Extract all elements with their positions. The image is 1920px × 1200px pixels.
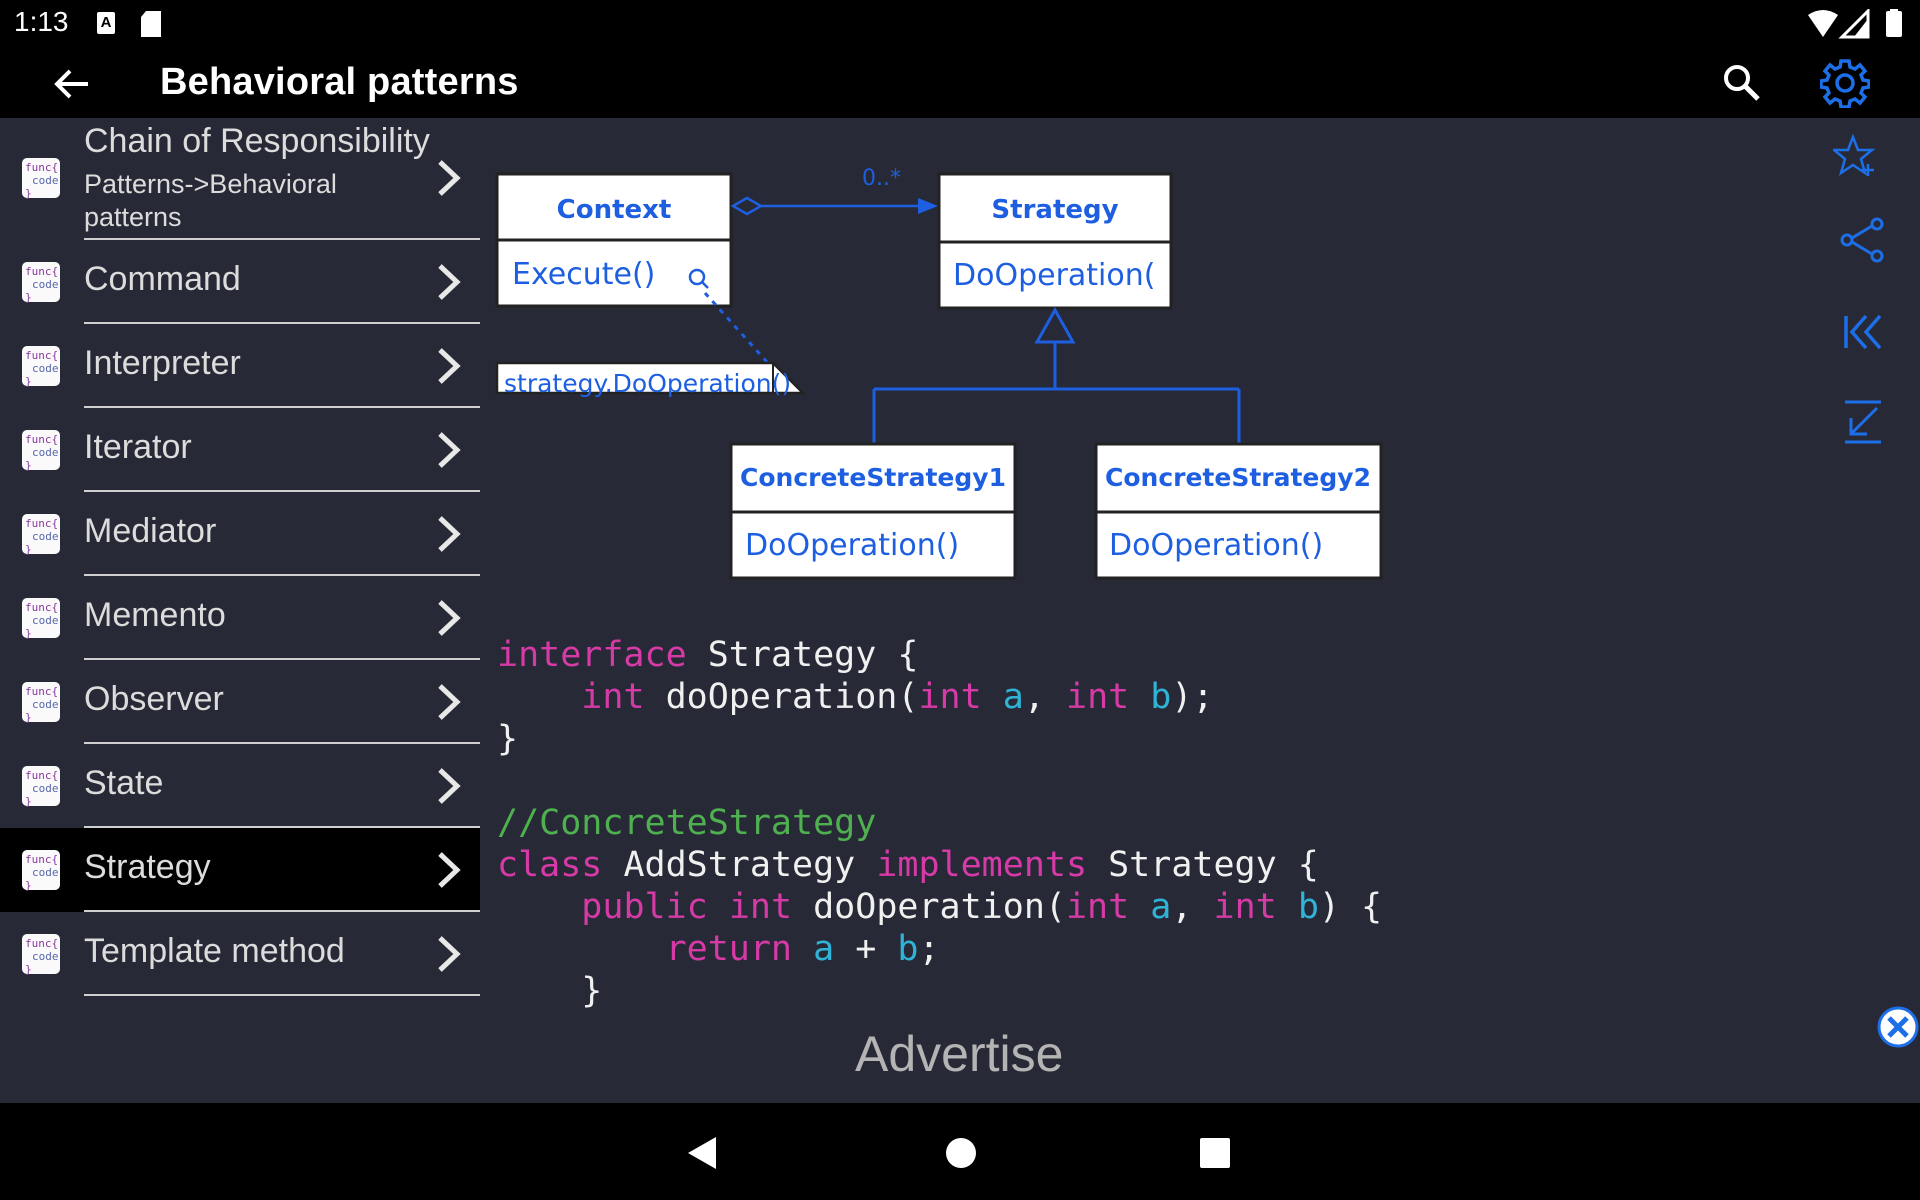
list-item-state[interactable]: func{code} State: [0, 744, 480, 828]
gear-icon[interactable]: [1820, 58, 1870, 108]
nav-back-icon[interactable]: [686, 1135, 718, 1171]
divider: [84, 994, 480, 996]
cs2-title: ConcreteStrategy2: [1105, 463, 1371, 492]
cs1-method: DoOperation(): [745, 528, 959, 563]
func-code-icon: func{code}: [22, 766, 60, 808]
list-item-label: Interpreter: [84, 344, 241, 382]
note-text: strategy.DoOperation(): [504, 369, 791, 398]
func-code-icon: func{code}: [22, 158, 60, 200]
search-icon[interactable]: [1722, 63, 1762, 103]
list-item-label: Chain of Responsibility: [84, 122, 430, 160]
nav-home-icon[interactable]: [945, 1137, 977, 1169]
list-item-label: Mediator: [84, 512, 217, 550]
status-bar: 1:13 A: [0, 0, 1920, 48]
func-code-icon: func{code}: [22, 262, 60, 304]
list-item-label: Strategy: [84, 848, 211, 886]
cs1-title: ConcreteStrategy1: [740, 463, 1006, 492]
func-code-icon: func{code}: [22, 346, 60, 388]
context-class-title: Context: [557, 195, 672, 225]
chevron-right-icon: [438, 160, 461, 196]
chevron-right-icon: [438, 852, 461, 888]
aggregation-connector: 0..*: [730, 166, 938, 216]
strategy-method: DoOperation(: [953, 258, 1155, 293]
inheritance-connector: [872, 306, 1241, 443]
chevron-right-icon: [438, 432, 461, 468]
list-item-observer[interactable]: func{code} Observer: [0, 660, 480, 744]
list-item-label: Memento: [84, 596, 226, 634]
func-code-icon: func{code}: [22, 430, 60, 472]
multiplicity-label: 0..*: [862, 166, 901, 191]
share-icon[interactable]: [1838, 216, 1886, 264]
list-item-label: Template method: [84, 932, 345, 970]
func-code-icon: func{code}: [22, 850, 60, 892]
chevron-right-icon: [438, 684, 461, 720]
cs2-method: DoOperation(): [1109, 528, 1323, 563]
skip-to-first-icon[interactable]: [1842, 312, 1884, 352]
code-block: interface Strategy { int doOperation(int…: [497, 635, 1383, 1011]
list-item-subtitle: Patterns->Behavioral patterns: [84, 169, 337, 232]
list-item-label: Observer: [84, 680, 224, 718]
wifi-signal-battery-icon: [1808, 9, 1902, 39]
note-box: strategy.DoOperation(): [495, 361, 807, 398]
chevron-right-icon: [438, 600, 461, 636]
chevron-right-icon: [438, 348, 461, 384]
strategy-title: Strategy: [991, 195, 1118, 225]
list-item-command[interactable]: func{code} Command: [0, 240, 480, 324]
keyboard-notification-icon: A: [97, 12, 115, 34]
strategy-interface-box: Strategy DoOperation(: [937, 172, 1173, 310]
chevron-right-icon: [438, 516, 461, 552]
back-arrow-icon[interactable]: [52, 64, 92, 104]
list-item-label: Command: [84, 260, 241, 298]
func-code-icon: func{code}: [22, 598, 60, 640]
status-time: 1:13: [14, 6, 69, 37]
func-code-icon: func{code}: [22, 934, 60, 976]
chevron-right-icon: [438, 768, 461, 804]
concrete-strategy1-box: ConcreteStrategy1 DoOperation(): [729, 442, 1017, 580]
advertise-label: Advertise: [855, 1026, 1064, 1082]
chevron-right-icon: [438, 936, 461, 972]
func-code-icon: func{code}: [22, 682, 60, 724]
list-item-strategy[interactable]: func{code} Strategy: [0, 828, 480, 912]
list-item-iterator[interactable]: func{code} Iterator: [0, 408, 480, 492]
list-item-mediator[interactable]: func{code} Mediator: [0, 492, 480, 576]
list-item-label: Iterator: [84, 428, 192, 466]
list-item-label: State: [84, 764, 164, 802]
func-code-icon: func{code}: [22, 514, 60, 556]
context-class-box: Context Execute(): [495, 172, 733, 308]
chevron-right-icon: [438, 264, 461, 300]
list-item-interpreter[interactable]: func{code} Interpreter: [0, 324, 480, 408]
page-title: Behavioral patterns: [160, 61, 519, 103]
collapse-arrow-icon[interactable]: [1843, 400, 1883, 446]
close-ad-icon[interactable]: [1877, 1006, 1919, 1048]
list-item-template-method[interactable]: func{code} Template method: [0, 912, 480, 996]
list-item-chain-of-responsibility[interactable]: func{code} Chain of Responsibility Patte…: [0, 118, 480, 240]
nav-recents-icon[interactable]: [1200, 1138, 1230, 1168]
concrete-strategy2-box: ConcreteStrategy2 DoOperation(): [1094, 442, 1383, 580]
app-bar: Behavioral patterns: [0, 48, 1920, 118]
sd-card-icon: [141, 11, 161, 37]
context-class-method: Execute(): [512, 257, 655, 292]
list-item-memento[interactable]: func{code} Memento: [0, 576, 480, 660]
navigation-bar: [0, 1103, 1920, 1200]
uml-diagram: Context Execute() 0..* Strategy DoOperat…: [495, 166, 1383, 580]
favorite-star-add-icon[interactable]: [1833, 134, 1877, 178]
